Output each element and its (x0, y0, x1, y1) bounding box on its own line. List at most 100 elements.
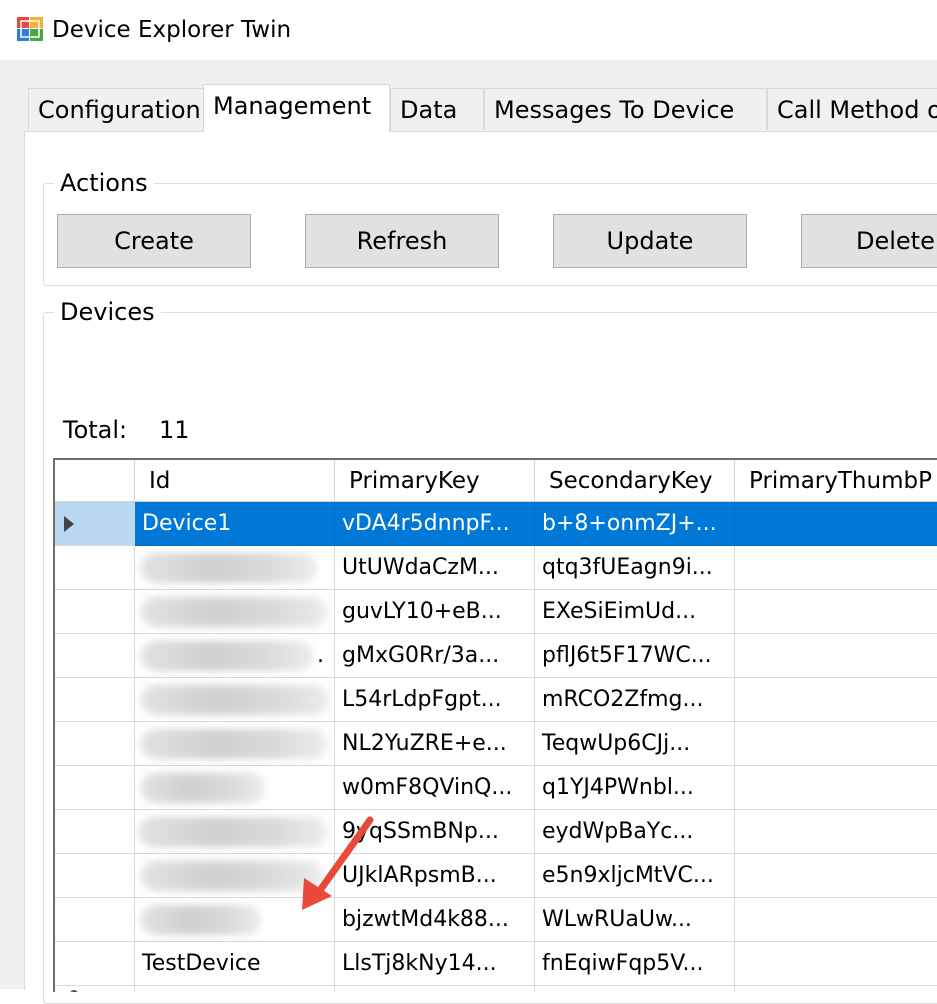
tab-call-method[interactable]: Call Method o (767, 88, 937, 130)
cell-primary-thumbprint[interactable] (735, 546, 937, 590)
refresh-button[interactable]: Refresh (305, 214, 499, 268)
row-header[interactable] (55, 678, 135, 722)
current-row-arrow-icon (64, 516, 74, 532)
cell-id[interactable] (135, 986, 335, 992)
row-header[interactable] (55, 590, 135, 634)
cell-secondary-key[interactable]: TeqwUp6CJj... (535, 722, 735, 766)
cell-primary-key[interactable]: gMxG0Rr/3a... (335, 634, 535, 678)
cell-secondary-key[interactable]: EXeSiEimUd... (535, 590, 735, 634)
row-header[interactable] (55, 854, 135, 898)
devices-grid[interactable]: Id PrimaryKey SecondaryKey PrimaryThumbP… (53, 458, 937, 992)
table-row[interactable]: 9yqSSmBNp... eydWpBaYc... (55, 810, 937, 854)
table-row[interactable]: UtUWdaCzM... qtq3fUEagn9i... (55, 546, 937, 590)
tab-configuration[interactable]: Configuration (28, 88, 204, 130)
cell-primary-thumbprint[interactable] (735, 678, 937, 722)
table-row[interactable]: UJklARpsmB... e5n9xljcMtVC... (55, 854, 937, 898)
row-header[interactable] (55, 942, 135, 986)
total-count: 11 (159, 416, 190, 444)
cell-secondary-key[interactable]: eydWpBaYc... (535, 810, 735, 854)
cell-secondary-key[interactable]: WLwRUaUw... (535, 898, 735, 942)
table-row[interactable]: w0mF8QVinQ... q1YJ4PWnbl... (55, 766, 937, 810)
redacted-id (141, 597, 327, 627)
table-row[interactable]: guvLY10+eB... EXeSiEimUd... (55, 590, 937, 634)
cell-secondary-key[interactable]: fnEqiwFqp5V... (535, 942, 735, 986)
cell-primary-key[interactable]: LlsTj8kNy14... (335, 942, 535, 986)
table-row[interactable]: . gMxG0Rr/3a... pflJ6t5F17WC... (55, 634, 937, 678)
row-header[interactable] (55, 546, 135, 590)
cell-primary-key[interactable]: vDA4r5dnnpF... (335, 502, 535, 546)
cell-primary-thumbprint[interactable] (735, 810, 937, 854)
tab-messages-to-device[interactable]: Messages To Device (484, 88, 767, 130)
tab-management[interactable]: Management (203, 84, 390, 132)
cell-secondary-key[interactable]: pflJ6t5F17WC... (535, 634, 735, 678)
cell-primary-key[interactable]: UtUWdaCzM... (335, 546, 535, 590)
cell-primary-key[interactable]: guvLY10+eB... (335, 590, 535, 634)
tab-strip: Configuration Management Data Messages T… (0, 60, 937, 132)
management-tab-panel: Actions Create Refresh Update Delete Dev… (24, 131, 937, 1004)
column-header-primary-thumbprint[interactable]: PrimaryThumbP (735, 460, 937, 502)
cell-secondary-key[interactable] (535, 986, 735, 992)
redacted-id (141, 905, 261, 935)
cell-primary-thumbprint[interactable] (735, 502, 937, 546)
table-row[interactable]: L54rLdpFgpt... mRCO2Zfmg... (55, 678, 937, 722)
redacted-id (141, 553, 317, 583)
cell-id[interactable]: . (135, 634, 335, 678)
cell-primary-thumbprint[interactable] (735, 722, 937, 766)
cell-secondary-key[interactable]: mRCO2Zfmg... (535, 678, 735, 722)
cell-primary-thumbprint[interactable] (735, 766, 937, 810)
main-client-area: Configuration Management Data Messages T… (0, 60, 937, 1004)
annotation-arrow-icon (302, 816, 374, 910)
update-button[interactable]: Update (553, 214, 747, 268)
cell-id[interactable] (135, 678, 335, 722)
cell-secondary-key[interactable]: e5n9xljcMtVC... (535, 854, 735, 898)
cell-id-text: . (317, 643, 324, 668)
column-header-primary-key[interactable]: PrimaryKey (335, 460, 535, 502)
actions-legend: Actions (54, 168, 154, 198)
cell-primary-key[interactable]: w0mF8QVinQ... (335, 766, 535, 810)
row-header[interactable] (55, 986, 135, 992)
row-header[interactable] (55, 722, 135, 766)
cell-secondary-key[interactable]: b+8+onmZJ+... (535, 502, 735, 546)
cell-primary-thumbprint[interactable] (735, 590, 937, 634)
table-row[interactable]: TestDevice LlsTj8kNy14... fnEqiwFqp5V... (55, 942, 937, 986)
column-header-id[interactable]: Id (135, 460, 335, 502)
redacted-id (141, 773, 265, 803)
row-header[interactable] (55, 766, 135, 810)
cell-primary-thumbprint[interactable] (735, 634, 937, 678)
new-row[interactable] (55, 986, 937, 992)
row-header[interactable] (55, 898, 135, 942)
redacted-id (141, 641, 313, 671)
total-label: Total: (63, 416, 128, 444)
table-row[interactable]: NL2YuZRE+e... TeqwUp6CJj... (55, 722, 937, 766)
cell-id[interactable] (135, 590, 335, 634)
cell-id[interactable]: TestDevice (135, 942, 335, 986)
redacted-id (141, 685, 329, 715)
cell-id[interactable] (135, 722, 335, 766)
column-header-secondary-key[interactable]: SecondaryKey (535, 460, 735, 502)
cell-primary-thumbprint[interactable] (735, 942, 937, 986)
create-button[interactable]: Create (57, 214, 251, 268)
table-row[interactable]: Device1 vDA4r5dnnpF... b+8+onmZJ+... (55, 502, 937, 546)
cell-primary-key[interactable]: NL2YuZRE+e... (335, 722, 535, 766)
cell-id[interactable]: Device1 (135, 502, 335, 546)
title-bar: Device Explorer Twin (0, 0, 937, 60)
cell-primary-thumbprint[interactable] (735, 854, 937, 898)
app-window-icon (16, 16, 44, 42)
row-header[interactable] (55, 502, 135, 546)
cell-id[interactable] (135, 546, 335, 590)
window-title: Device Explorer Twin (52, 17, 292, 43)
redacted-id (141, 729, 327, 759)
grid-corner-header[interactable] (55, 460, 135, 502)
cell-secondary-key[interactable]: q1YJ4PWnbl... (535, 766, 735, 810)
cell-primary-thumbprint[interactable] (735, 986, 937, 992)
cell-primary-thumbprint[interactable] (735, 898, 937, 942)
cell-secondary-key[interactable]: qtq3fUEagn9i... (535, 546, 735, 590)
cell-primary-key[interactable]: L54rLdpFgpt... (335, 678, 535, 722)
table-row[interactable]: bjzwtMd4k88... WLwRUaUw... (55, 898, 937, 942)
row-header[interactable] (55, 810, 135, 854)
cell-primary-key[interactable] (335, 986, 535, 992)
delete-button[interactable]: Delete (801, 214, 937, 268)
tab-data[interactable]: Data (390, 88, 484, 130)
cell-id[interactable] (135, 766, 335, 810)
row-header[interactable] (55, 634, 135, 678)
